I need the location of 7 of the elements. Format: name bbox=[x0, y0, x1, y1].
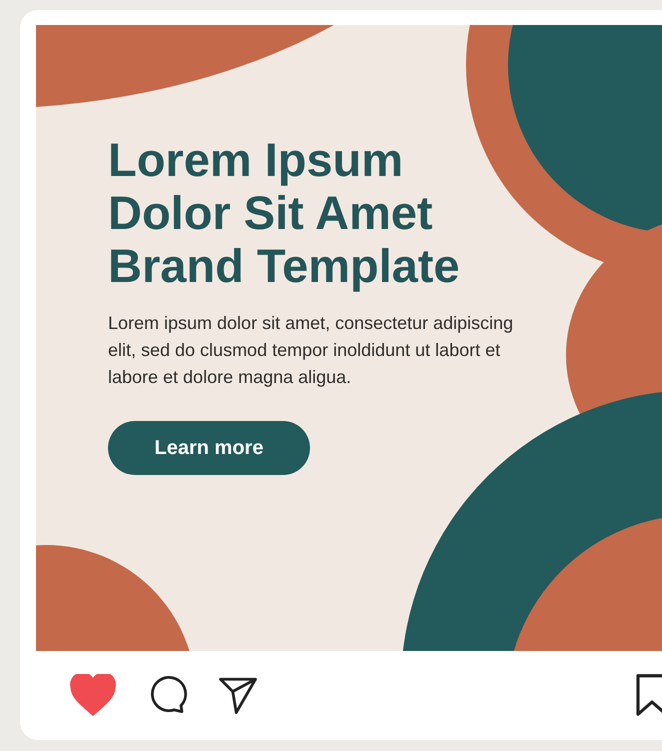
headline-line: Dolor Sit Amet bbox=[108, 186, 433, 239]
body-text: Lorem ipsum dolor sit amet, consectetur adipiscing elit, sed do clusmod tempor inoldidunt ut labort et labore et dolore magna aligua. bbox=[108, 312, 514, 389]
bookmark-icon[interactable] bbox=[634, 674, 662, 716]
learn-more-button[interactable]: Learn more bbox=[108, 421, 310, 475]
heart-icon[interactable] bbox=[70, 674, 116, 716]
headline-line: Brand Template bbox=[108, 239, 460, 292]
headline-line: Lorem Ipsum bbox=[108, 133, 404, 186]
